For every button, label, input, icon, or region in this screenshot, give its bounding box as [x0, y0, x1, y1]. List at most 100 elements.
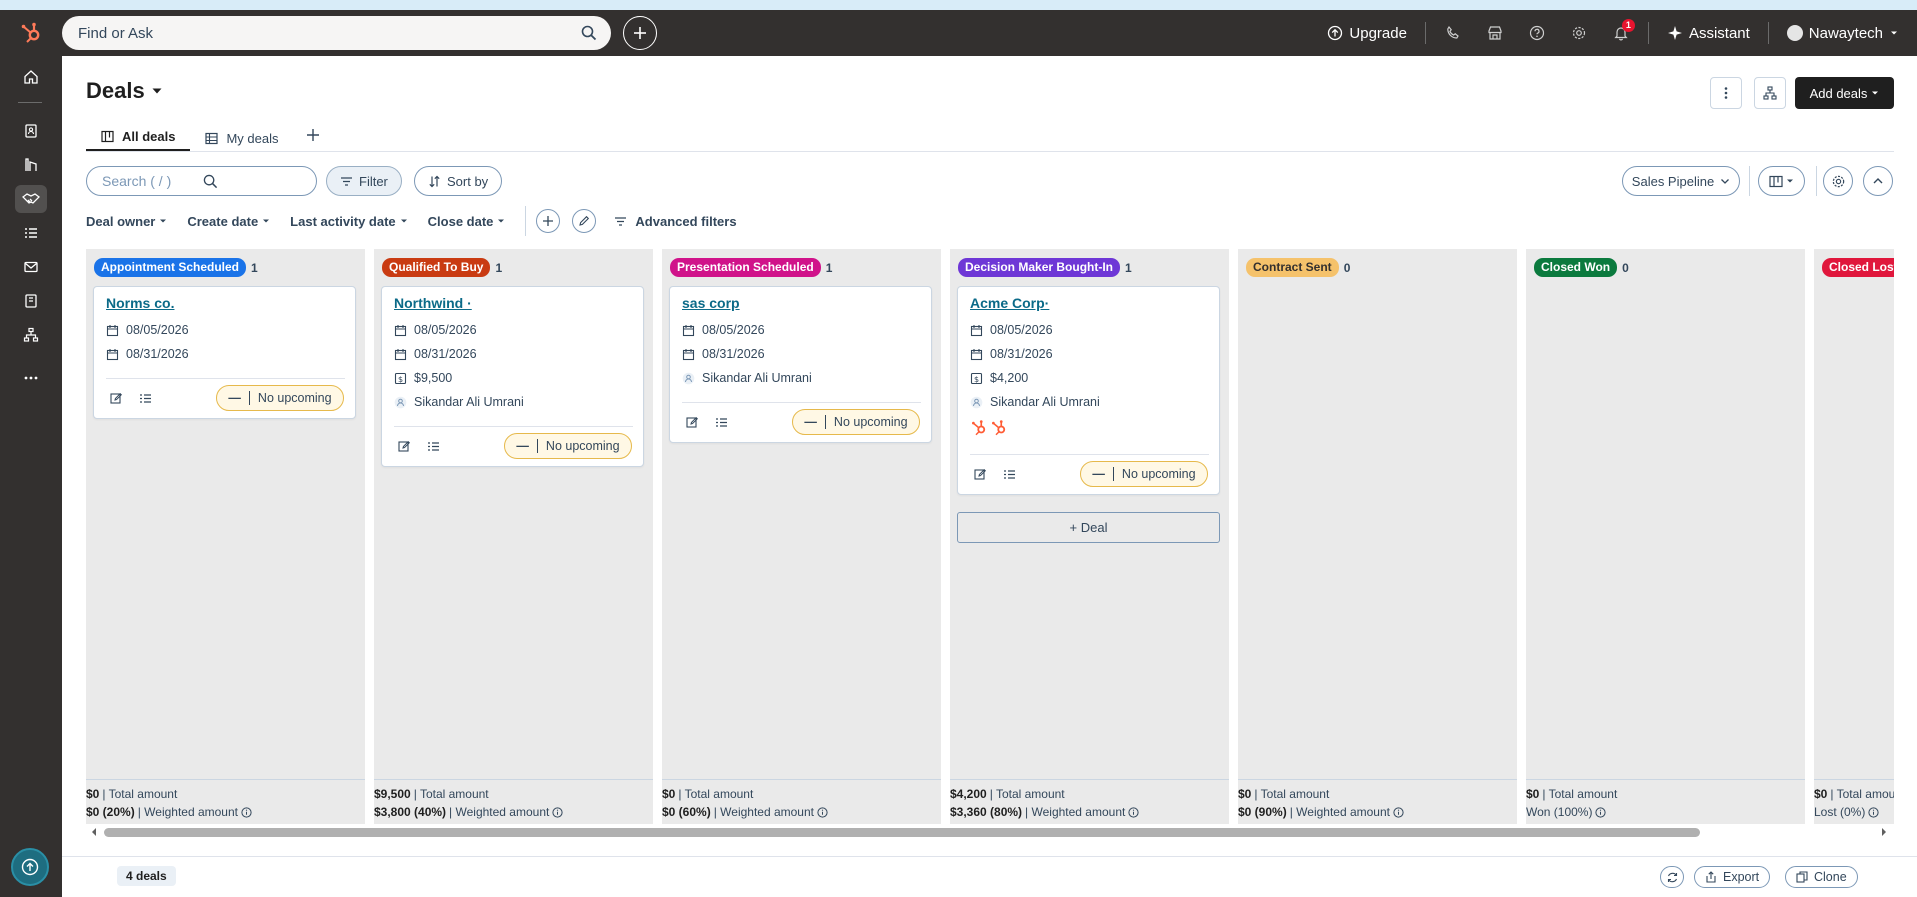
clone-button[interactable]: Clone: [1785, 866, 1858, 888]
sort-label: Sort by: [447, 173, 489, 189]
deal-name-link[interactable]: Acme Corp·: [970, 295, 1049, 311]
task-list-icon[interactable]: [1001, 466, 1017, 482]
task-list-icon[interactable]: [425, 438, 441, 454]
hierarchy-button[interactable]: [1754, 77, 1786, 109]
top-navigation-bar: Find or Ask Upgrade 1 Assistant Nawaytec…: [0, 10, 1917, 56]
deal-name-link[interactable]: Norms co.: [106, 295, 174, 311]
deal-owner-filter[interactable]: Deal owner: [86, 214, 167, 229]
find-or-ask-search[interactable]: Find or Ask: [62, 16, 611, 50]
stage-badge: Appointment Scheduled: [94, 258, 246, 277]
export-button[interactable]: Export: [1694, 866, 1771, 888]
contacts-book-icon[interactable]: [15, 117, 47, 145]
deal-card[interactable]: Acme Corp· 08/05/2026 08/31/2026 $ $4,20…: [957, 286, 1220, 495]
marketplace-icon[interactable]: [1474, 10, 1516, 56]
pipeline-select[interactable]: Sales Pipeline: [1622, 166, 1740, 196]
more-apps-ellipsis-icon[interactable]: [15, 364, 47, 392]
create-date-filter[interactable]: Create date: [187, 214, 270, 229]
weighted-label: | Weighted amount: [1025, 805, 1126, 819]
upgrade-help-fab-icon[interactable]: [11, 848, 49, 886]
more-actions-button[interactable]: [1710, 77, 1742, 109]
deal-create-date: 08/05/2026: [394, 321, 477, 339]
advanced-filters-button[interactable]: Advanced filters: [614, 214, 737, 229]
deal-owner: Sikandar Ali Umrani: [394, 393, 524, 411]
deal-name-link[interactable]: sas corp: [682, 295, 740, 311]
account-menu[interactable]: Nawaytech: [1775, 10, 1917, 56]
add-filter-button[interactable]: [536, 209, 561, 233]
marketing-icon[interactable]: [15, 151, 47, 179]
column-header: Presentation Scheduled 1: [670, 258, 832, 277]
upgrade-button[interactable]: Upgrade: [1315, 10, 1419, 56]
upcoming-activity-badge[interactable]: — No upcoming: [216, 385, 344, 411]
info-icon[interactable]: [1393, 806, 1404, 818]
caret-down-icon: [1889, 28, 1899, 38]
collapse-button[interactable]: [1863, 166, 1893, 196]
deal-name-link[interactable]: Northwind ·: [394, 295, 472, 311]
search-icon[interactable]: [581, 25, 597, 41]
inbox-envelope-icon[interactable]: [15, 253, 47, 281]
info-icon[interactable]: [1128, 806, 1139, 818]
upcoming-activity-badge[interactable]: — No upcoming: [1080, 461, 1208, 487]
deal-card[interactable]: Northwind · 08/05/2026 08/31/2026 $ $9,5…: [381, 286, 644, 467]
add-deals-button[interactable]: Add deals: [1795, 77, 1894, 109]
hubspot-sprocket-icon[interactable]: [970, 419, 988, 437]
notifications-bell-icon[interactable]: 1: [1600, 10, 1642, 56]
scrollbar-thumb[interactable]: [104, 828, 1700, 837]
tab-my-deals[interactable]: My deals: [190, 118, 293, 152]
sales-handshake-icon[interactable]: [15, 185, 47, 213]
upcoming-activity-badge[interactable]: — No upcoming: [792, 409, 920, 435]
last-activity-date-filter[interactable]: Last activity date: [290, 214, 408, 229]
deal-card[interactable]: sas corp 08/05/2026 08/31/2026 Sikandar …: [669, 286, 932, 443]
board-settings-button[interactable]: [1823, 166, 1853, 196]
deal-search-input[interactable]: Search ( / ): [86, 166, 317, 196]
board-view-select[interactable]: [1758, 166, 1805, 196]
person-icon: [970, 396, 983, 409]
tab-all-deals[interactable]: All deals: [86, 118, 191, 152]
edit-note-icon[interactable]: [396, 438, 412, 454]
scroll-right-arrow-icon[interactable]: [1880, 827, 1888, 837]
info-icon[interactable]: [241, 806, 252, 818]
edit-note-icon[interactable]: [108, 390, 124, 406]
date-text: 08/31/2026: [414, 347, 477, 361]
dash-icon: —: [228, 391, 241, 405]
card-divider: [394, 426, 633, 427]
create-new-plus-button[interactable]: [623, 16, 657, 50]
tasks-list-icon[interactable]: [15, 219, 47, 247]
info-icon[interactable]: [552, 806, 563, 818]
close-date-filter[interactable]: Close date: [428, 214, 506, 229]
home-icon[interactable]: [15, 63, 47, 91]
total-amount-row: $0| Total amount: [1526, 785, 1805, 803]
upcoming-label: No upcoming: [257, 391, 332, 405]
help-icon[interactable]: [1516, 10, 1558, 56]
edit-note-icon[interactable]: [684, 414, 700, 430]
workflows-icon[interactable]: [15, 321, 47, 349]
stage-count: 1: [825, 260, 833, 275]
edit-note-icon[interactable]: [972, 466, 988, 482]
add-view-tab-button[interactable]: [294, 118, 332, 152]
task-list-icon[interactable]: [137, 390, 153, 406]
settings-gear-icon[interactable]: [1558, 10, 1600, 56]
scroll-left-arrow-icon[interactable]: [90, 827, 98, 837]
hubspot-sprocket-icon[interactable]: [990, 419, 1008, 437]
add-deal-button[interactable]: + Deal: [957, 512, 1220, 543]
column-header: Decision Maker Bought-In 1: [958, 258, 1132, 277]
filter-button[interactable]: Filter: [326, 166, 402, 196]
info-icon[interactable]: [817, 806, 828, 818]
task-list-icon[interactable]: [713, 414, 729, 430]
deal-card[interactable]: Norms co. 08/05/2026 08/31/2026 — No upc…: [93, 286, 356, 419]
hubspot-logo-icon[interactable]: [0, 10, 62, 56]
search-placeholder: Search ( / ): [102, 173, 172, 189]
amount-text: $9,500: [414, 371, 453, 385]
library-icon[interactable]: [15, 287, 47, 315]
sort-by-button[interactable]: Sort by: [414, 166, 503, 196]
edit-filters-button[interactable]: [572, 209, 597, 233]
total-value: $0: [86, 787, 100, 801]
info-icon[interactable]: [1595, 806, 1607, 818]
upcoming-activity-badge[interactable]: — No upcoming: [504, 433, 632, 459]
refresh-button[interactable]: [1660, 866, 1684, 888]
assistant-button[interactable]: Assistant: [1655, 10, 1762, 56]
info-icon[interactable]: [1868, 806, 1879, 818]
date-text: 08/31/2026: [990, 347, 1053, 361]
page-title[interactable]: Deals: [86, 78, 163, 104]
phone-icon[interactable]: [1432, 10, 1474, 56]
stage-badge: Qualified To Buy: [382, 258, 491, 277]
